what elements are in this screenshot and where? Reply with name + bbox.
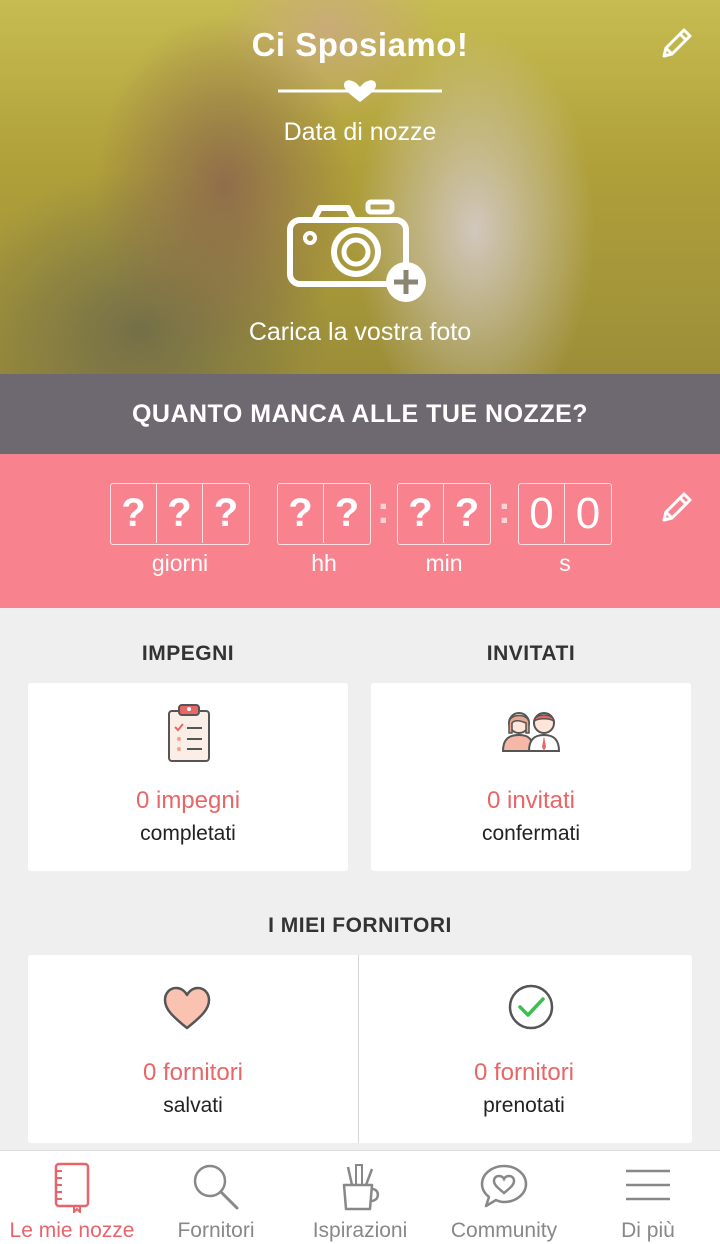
- notebook-icon: [54, 1162, 90, 1213]
- nav-label: Fornitori: [177, 1219, 255, 1242]
- nav-label: Le mie nozze: [9, 1219, 135, 1242]
- booked-vendors[interactable]: 0 fornitori prenotati: [359, 955, 689, 1143]
- nav-di-piu[interactable]: Di più: [576, 1151, 720, 1244]
- days-digit: ?: [111, 484, 157, 543]
- guests-card[interactable]: 0 invitati confermati: [371, 683, 691, 871]
- guests-couple-icon: [501, 712, 561, 752]
- vendors-card: 0 fornitori salvati 0 fornitori prenotat…: [28, 955, 692, 1143]
- time-separator: :: [498, 490, 511, 532]
- tasks-section-title: IMPEGNI: [141, 642, 235, 665]
- search-icon: [193, 1164, 239, 1210]
- upload-photo-label[interactable]: Carica la vostra foto: [0, 318, 720, 347]
- tasks-status: completati: [140, 822, 236, 845]
- pencil-cup-icon: [342, 1164, 380, 1211]
- nav-le-mie-nozze[interactable]: Le mie nozze: [0, 1151, 144, 1244]
- seconds-digit: 0: [575, 488, 601, 538]
- chat-heart-icon: [480, 1164, 528, 1208]
- booked-vendors-count: 0 fornitori: [473, 1059, 575, 1086]
- saved-vendors-label: salvati: [163, 1094, 223, 1117]
- minutes-digits: ? ?: [397, 483, 491, 545]
- nav-label: Di più: [621, 1219, 675, 1242]
- heart-divider-icon: [278, 80, 442, 102]
- bottom-navigation: Le mie nozze Fornitori Ispirazioni Commu…: [0, 1150, 720, 1244]
- seconds-digit: 0: [519, 484, 565, 543]
- hero-title: Ci Sposiamo!: [251, 26, 469, 63]
- nav-ispirazioni[interactable]: Ispirazioni: [288, 1151, 432, 1244]
- guests-status: confermati: [481, 822, 581, 845]
- clipboard-checklist-icon: [168, 704, 210, 762]
- seconds-label: s: [559, 550, 571, 576]
- time-separator: :: [377, 490, 390, 532]
- countdown-header: QUANTO MANCA ALLE TUE NOZZE?: [0, 374, 720, 454]
- nav-fornitori[interactable]: Fornitori: [144, 1151, 288, 1244]
- nav-community[interactable]: Community: [432, 1151, 576, 1244]
- tasks-count: 0 impegni: [135, 787, 241, 814]
- hours-digits: ? ?: [277, 483, 371, 545]
- hours-digit: ?: [334, 491, 360, 535]
- nav-label: Ispirazioni: [312, 1219, 408, 1242]
- hours-digit: ?: [278, 484, 324, 543]
- saved-vendors-count: 0 fornitori: [142, 1059, 244, 1086]
- days-digit: ?: [157, 484, 203, 543]
- nav-label: Community: [450, 1219, 558, 1242]
- hero-banner: Ci Sposiamo! Data di nozze Carica la vos…: [0, 0, 720, 374]
- countdown-panel: ? ? ? ? ? : ? ? : 0 0 giorni hh min s: [0, 454, 720, 608]
- booked-vendors-label: prenotati: [483, 1094, 565, 1117]
- edit-date-pencil-icon[interactable]: [656, 488, 696, 528]
- guests-section-title: INVITATI: [486, 642, 576, 665]
- heart-icon: [163, 986, 211, 1030]
- wedding-date-label[interactable]: Data di nozze: [0, 118, 720, 147]
- add-photo-camera-icon[interactable]: [284, 196, 432, 304]
- days-label: giorni: [151, 550, 209, 576]
- check-circle-icon: [508, 984, 554, 1030]
- days-digit: ?: [213, 491, 239, 535]
- menu-icon: [626, 1169, 670, 1201]
- tasks-card[interactable]: 0 impegni completati: [28, 683, 348, 871]
- minutes-digit: ?: [398, 484, 444, 543]
- hours-label: hh: [311, 550, 337, 576]
- edit-pencil-icon[interactable]: [656, 24, 696, 64]
- seconds-digits: 0 0: [518, 483, 612, 545]
- vendors-section-title: I MIEI FORNITORI: [268, 914, 452, 937]
- days-digits: ? ? ?: [110, 483, 250, 545]
- minutes-label: min: [425, 550, 463, 576]
- guests-count: 0 invitati: [486, 787, 576, 814]
- minutes-digit: ?: [454, 491, 480, 535]
- saved-vendors[interactable]: 0 fornitori salvati: [28, 955, 358, 1143]
